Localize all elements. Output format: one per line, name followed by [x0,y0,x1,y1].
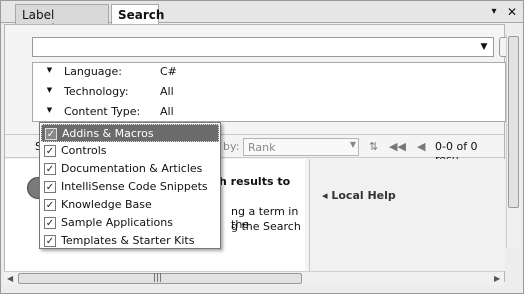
checkbox[interactable]: ✓ [44,217,56,229]
window-menu-icon[interactable]: ▾ [487,4,501,20]
chevron-down-icon[interactable]: ▼ [477,39,491,55]
content-type-dropdown: ✓ Addins & Macros ✓ Controls ✓ Documenta… [39,122,221,249]
dropdown-item-documentation[interactable]: ✓ Documentation & Articles [41,160,219,178]
local-help-title[interactable]: ◂ Local Help [322,189,396,202]
first-page-icon[interactable]: ◀◀ [389,140,406,153]
dropdown-item-intellisense[interactable]: ✓ IntelliSense Code Snippets [41,178,219,196]
local-help-label: Local Help [331,189,396,202]
chevron-down-icon[interactable]: ▼ [44,65,55,76]
chevron-down-icon[interactable]: ▼ [44,85,55,96]
filter-panel: ▼ Language: C# ▼ Technology: All ▼ Conte… [32,62,506,122]
chevron-down-icon[interactable]: ▼ [350,140,356,149]
grip-icon: ||| [153,273,163,283]
dropdown-item-label: IntelliSense Code Snippets [61,180,208,193]
sort-az-icon[interactable]: ⇅ [369,140,378,153]
horizontal-scrollbar[interactable]: ◀ ||| ▶ [4,271,504,285]
checkbox[interactable]: ✓ [44,181,56,193]
chevron-down-icon[interactable]: ▼ [44,105,55,116]
search-tool-window: Label Members Search ▾ ✕ ▼ ▼ Language: C… [0,0,524,294]
tab-strip: Label Members Search ▾ ✕ [1,1,523,36]
checkbox[interactable]: ✓ [44,163,56,175]
vertical-scrollbar[interactable] [506,34,520,248]
dropdown-item-templates[interactable]: ✓ Templates & Starter Kits [41,232,219,250]
dropdown-item-label: Controls [61,144,107,157]
results-heading: h results to [219,175,291,188]
tab-label-members[interactable]: Label Members [15,4,109,36]
filter-content-type[interactable]: ▼ Content Type: All [33,103,505,121]
tab-search[interactable]: Search [111,4,164,24]
local-help-pane: ◂ Local Help [309,159,505,271]
checkbox[interactable]: ✓ [45,128,57,140]
sort-select[interactable]: Rank ▼ [243,138,359,156]
dropdown-item-sample-applications[interactable]: ✓ Sample Applications [41,214,219,232]
filter-label: Content Type: [64,105,141,118]
dropdown-item-label: Addins & Macros [62,127,154,140]
dropdown-item-knowledge-base[interactable]: ✓ Knowledge Base [41,196,219,214]
scroll-right-icon[interactable]: ▶ [494,274,500,283]
dropdown-item-label: Knowledge Base [61,198,152,211]
sort-label: by: [223,140,240,153]
filter-value: All [160,105,174,118]
filter-label: Technology: [64,85,129,98]
scroll-thumb[interactable] [508,36,519,208]
prev-page-icon[interactable]: ◀ [417,140,425,153]
filter-value: C# [160,65,177,78]
dropdown-item-label: Templates & Starter Kits [61,234,195,247]
dropdown-item-controls[interactable]: ✓ Controls [41,142,219,160]
dropdown-item-label: Documentation & Articles [61,162,203,175]
dropdown-item-label: Sample Applications [61,216,173,229]
checkbox[interactable]: ✓ [44,235,56,247]
filter-label: Language: [64,65,122,78]
filter-technology[interactable]: ▼ Technology: All [33,83,505,101]
filter-language[interactable]: ▼ Language: C# [33,63,505,81]
search-input[interactable]: ▼ [32,37,494,57]
filter-value: All [160,85,174,98]
close-icon[interactable]: ✕ [505,4,519,20]
scroll-thumb[interactable]: ||| [18,273,302,284]
checkbox[interactable]: ✓ [44,199,56,211]
results-line: g the Search [231,220,301,233]
sort-value: Rank [248,141,276,154]
scroll-left-icon[interactable]: ◀ [7,274,13,283]
dropdown-item-addins-macros[interactable]: ✓ Addins & Macros [41,124,219,142]
checkbox[interactable]: ✓ [44,145,56,157]
